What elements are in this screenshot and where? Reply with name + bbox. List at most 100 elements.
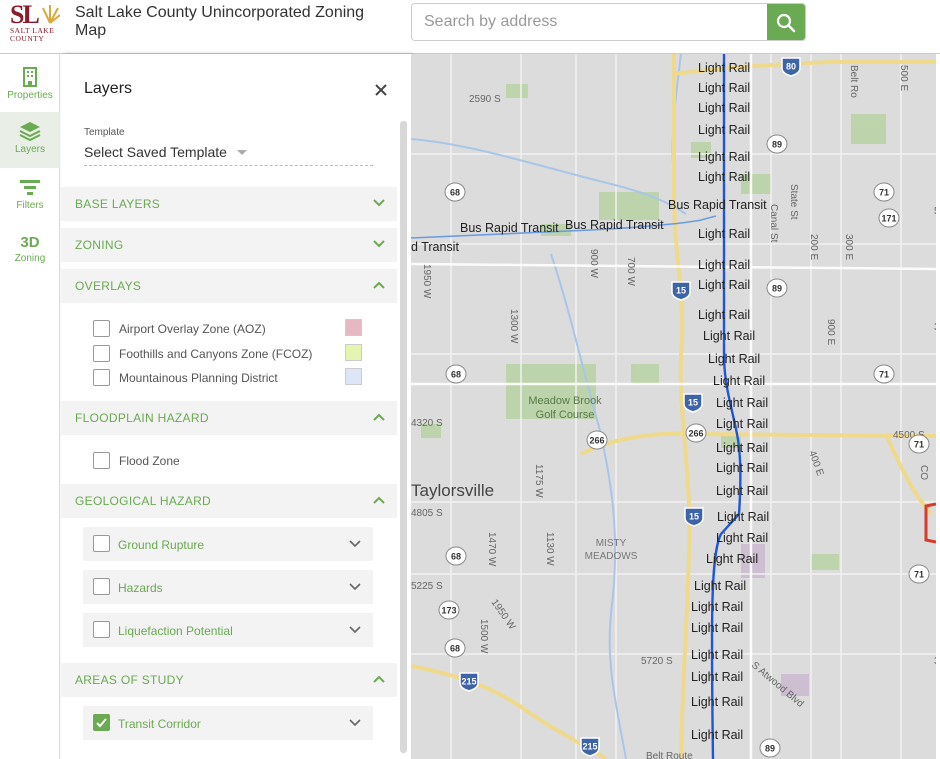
brt-label: Bus Rapid Transit [460,221,559,235]
light-rail-label: Light Rail [698,227,750,241]
section-geological-hazard[interactable]: GEOLOGICAL HAZARD [61,484,397,518]
light-rail-label: Light Rail [691,648,743,662]
city-label: Taylorsville [411,481,494,500]
svg-text:89: 89 [765,744,775,754]
rail-filters[interactable]: Filters [0,168,60,224]
street-label: 3 [934,656,936,667]
light-rail-label: Light Rail [698,101,750,115]
checkbox-checked[interactable] [93,714,110,731]
light-rail-label: Light Rail [703,329,755,343]
section-areas-of-study[interactable]: AREAS OF STUDY [61,663,397,697]
rail-3d-zoning[interactable]: 3D Zoning [0,224,60,280]
route-shield-icon: 89 [766,278,788,298]
light-rail-label: Light Rail [716,531,768,545]
neighborhood-label: MISTY [596,538,627,549]
route-shield-icon: 68 [445,364,467,384]
section-base-layers[interactable]: BASE LAYERS [61,187,397,221]
street-label: 1175 W [533,464,544,498]
legend-swatch [345,344,362,361]
checkbox[interactable] [93,320,110,337]
search-button[interactable] [767,4,805,40]
light-rail-label: Light Rail [698,258,750,272]
svg-text:71: 71 [879,370,889,380]
template-select[interactable]: Select Saved Template [84,144,373,166]
layer-label: Transit Corridor [118,717,201,731]
light-rail-label: Light Rail [706,552,758,566]
section-title: BASE LAYERS [75,197,161,211]
overlay-label: Foothills and Canyons Zone (FCOZ) [119,347,313,361]
brt-label: Bus Rapid Transit [668,198,767,212]
chevron-down-icon[interactable] [348,718,362,728]
chevron-down-icon[interactable] [348,625,362,635]
light-rail-label: Light Rail [716,484,768,498]
rail-properties[interactable]: Properties [0,58,60,114]
areas-transit-corridor[interactable]: Transit Corridor [83,706,373,740]
route-shield-icon: 173 [438,600,460,620]
route-shield-icon: 89 [759,738,781,758]
section-overlays[interactable]: OVERLAYS [61,269,397,303]
light-rail-label: Light Rail [698,308,750,322]
checkbox[interactable] [93,452,110,469]
svg-text:15: 15 [688,398,698,408]
overlay-label: Airport Overlay Zone (AOZ) [119,322,266,336]
street-label: State St [788,184,799,220]
caret-down-icon [237,150,247,155]
layers-icon [19,122,41,142]
route-shield-icon: 171 [878,208,900,228]
floodplain-label: Flood Zone [119,454,180,468]
light-rail-label: Light Rail [698,123,750,137]
light-rail-label: Light Rail [708,352,760,366]
geological-ground-rupture[interactable]: Ground Rupture [83,527,373,561]
rail-layers[interactable]: Layers [0,112,60,168]
svg-text:71: 71 [914,570,924,580]
checkbox[interactable] [93,621,110,638]
map-view[interactable]: Light Rail Light Rail Light Rail Light Rail… [411,54,936,759]
county-logo[interactable]: SL SALT LAKE COUNTY [10,2,62,43]
checkbox[interactable] [93,578,110,595]
svg-text:15: 15 [689,512,699,522]
rail-label: Properties [7,90,53,101]
address-search [411,3,806,41]
svg-text:215: 215 [461,677,476,687]
checkbox[interactable] [93,369,110,386]
section-floodplain-hazard[interactable]: FLOODPLAIN HAZARD [61,401,397,435]
street-label: 700 W [625,257,636,286]
route-shield-icon: 68 [444,638,466,658]
street-label: 330 [934,322,936,333]
svg-text:89: 89 [772,284,782,294]
neighborhood-label: MEADOWS [585,551,638,562]
street-label: 1950 W [421,264,432,299]
light-rail-label: Light Rail [716,441,768,455]
street-label: Canal St [768,204,779,243]
building-icon [23,67,37,87]
search-input[interactable] [412,4,767,40]
map-canvas[interactable]: Light Rail Light Rail Light Rail Light Rail… [411,54,936,759]
panel-scrollbar[interactable] [400,121,407,753]
chevron-up-icon [373,413,385,421]
search-icon [776,13,796,33]
light-rail-label: Light Rail [691,670,743,684]
section-zoning[interactable]: ZONING [61,228,397,262]
sun-icon [42,5,60,24]
geological-liquefaction[interactable]: Liquefaction Potential [83,613,373,647]
route-shield-icon: 71 [908,434,930,454]
geological-hazards[interactable]: Hazards [83,570,373,604]
template-label: Template [84,127,125,138]
overlay-label: Mountainous Planning District [119,371,278,385]
light-rail-label: Light Rail [698,61,750,75]
light-rail-label: Light Rail [698,150,750,164]
park-label: Golf Course [536,409,595,421]
close-icon[interactable] [374,83,388,97]
chevron-down-icon[interactable] [348,582,362,592]
street-label: 300 E [843,234,854,260]
chevron-down-icon[interactable] [348,539,362,549]
svg-text:68: 68 [450,188,460,198]
svg-text:68: 68 [450,644,460,654]
route-shield-icon: 71 [908,564,930,584]
checkbox[interactable] [93,345,110,362]
street-label: 1300 W [508,309,519,344]
checkbox[interactable] [93,535,110,552]
panel-title: Layers [84,80,133,97]
interstate-shield-icon: 215 [459,672,479,692]
route-shield-icon: 71 [873,364,895,384]
